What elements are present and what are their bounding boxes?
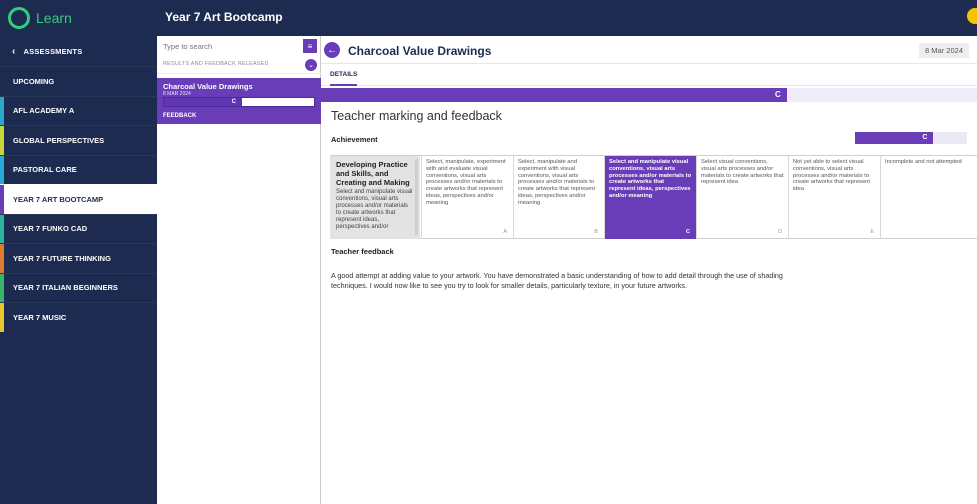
rubric-level[interactable]: Select and manipulate visual conventions… bbox=[604, 156, 696, 239]
rubric-level[interactable]: Not yet able to select visual convention… bbox=[788, 156, 880, 239]
nav-item-color-stripe bbox=[0, 126, 4, 155]
rubric-level-grade: D bbox=[778, 229, 782, 236]
class-title: Year 7 Art Bootcamp bbox=[165, 10, 283, 24]
teacher-feedback-label: Teacher feedback bbox=[331, 247, 394, 256]
search-input[interactable] bbox=[163, 39, 293, 53]
rubric-level[interactable]: Select visual conventions, visual arts p… bbox=[696, 156, 788, 239]
results-filter-dropdown[interactable]: RESULTS AND FEEDBACK RELEASED ⌄ bbox=[157, 56, 321, 74]
overall-grade: C bbox=[321, 88, 787, 102]
rubric-level-grade: C bbox=[686, 229, 690, 236]
nav-item-color-stripe bbox=[0, 273, 4, 302]
nav-item[interactable]: YEAR 7 ITALIAN BEGINNERS bbox=[0, 272, 157, 302]
detail-header: ← Charcoal Value Drawings 8 Mar 2024 bbox=[321, 36, 977, 64]
nav-item-label: YEAR 7 FUTURE THINKING bbox=[13, 253, 111, 263]
rubric-level-text: Select visual conventions, visual arts p… bbox=[701, 159, 784, 186]
assessment-detail: ← Charcoal Value Drawings 8 Mar 2024 DET… bbox=[321, 36, 977, 504]
rubric-level-text: Select, manipulate, experiment with and … bbox=[426, 159, 506, 206]
assessment-card-grade: C bbox=[164, 98, 242, 106]
assessment-title: Charcoal Value Drawings bbox=[348, 44, 492, 58]
nav-item-label: YEAR 7 ART BOOTCAMP bbox=[13, 194, 104, 204]
achievement-label: Achievement bbox=[331, 135, 378, 144]
rubric-level-text: Select and manipulate visual conventions… bbox=[609, 159, 692, 199]
assessment-list-panel: ≡ RESULTS AND FEEDBACK RELEASED ⌄ Charco… bbox=[157, 36, 321, 504]
nav-item-color-stripe bbox=[0, 214, 4, 243]
nav-item[interactable]: AFL ACADEMY A bbox=[0, 95, 157, 125]
logo[interactable]: Learn bbox=[0, 0, 157, 36]
nav-item-color-stripe bbox=[0, 303, 4, 332]
assessment-card[interactable]: Charcoal Value Drawings 8 MAR 2024 C bbox=[157, 78, 321, 110]
assessment-card-title: Charcoal Value Drawings bbox=[163, 82, 253, 91]
nav-item-label: UPCOMING bbox=[13, 76, 55, 86]
rubric-table: Developing Practice and Skills, and Crea… bbox=[330, 155, 977, 239]
assessment-date: 8 Mar 2024 bbox=[919, 43, 969, 58]
nav-item-label: YEAR 7 MUSIC bbox=[13, 312, 67, 322]
nav-item[interactable]: YEAR 7 MUSIC bbox=[0, 302, 157, 332]
nav-item-color-stripe bbox=[0, 155, 4, 184]
rubric-level-grade: E bbox=[870, 229, 874, 236]
feedback-tag-label: FEEDBACK bbox=[163, 113, 197, 119]
left-nav: Learn ‹ ASSESSMENTS UPCOMING AFL ACADEMY … bbox=[0, 0, 157, 504]
back-arrow-icon[interactable]: ← bbox=[324, 42, 340, 58]
teacher-feedback-text: A good attempt at adding value to your a… bbox=[331, 271, 783, 290]
user-avatar[interactable] bbox=[967, 8, 977, 24]
nav-item[interactable]: YEAR 7 ART BOOTCAMP bbox=[0, 184, 157, 214]
nav-item-color-stripe bbox=[0, 96, 4, 125]
back-label: ASSESSMENTS bbox=[23, 46, 83, 56]
nav-item-label: YEAR 7 ITALIAN BEGINNERS bbox=[13, 283, 118, 293]
nav-item-label: PASTORAL CARE bbox=[13, 165, 77, 175]
achievement-bar: C bbox=[855, 132, 967, 144]
top-bar: Year 7 Art Bootcamp bbox=[157, 0, 977, 36]
chevron-left-icon: ‹ bbox=[12, 45, 16, 57]
feedback-tag[interactable]: FEEDBACK bbox=[157, 110, 321, 124]
rubric-criterion: Developing Practice and Skills, and Crea… bbox=[330, 156, 420, 239]
rubric-level-text: Select, manipulate and experiment with v… bbox=[518, 159, 596, 206]
nav-item-color-stripe bbox=[0, 185, 4, 214]
rubric-level[interactable]: Select, manipulate and experiment with v… bbox=[513, 156, 604, 239]
search-bar: ≡ bbox=[157, 36, 321, 56]
rubric-level-text: Not yet able to select visual convention… bbox=[793, 159, 871, 193]
logo-icon bbox=[8, 7, 30, 29]
nav-item[interactable]: PASTORAL CARE bbox=[0, 154, 157, 184]
rubric-level-grade: A bbox=[503, 229, 507, 236]
chevron-down-icon[interactable]: ⌄ bbox=[305, 59, 317, 71]
nav-list: UPCOMING AFL ACADEMY A GLOBAL PERSPECTIVES… bbox=[0, 66, 157, 332]
criterion-scrollbar[interactable] bbox=[415, 159, 418, 235]
section-title: Teacher marking and feedback bbox=[331, 109, 502, 123]
nav-item[interactable]: YEAR 7 FUTURE THINKING bbox=[0, 243, 157, 273]
nav-item-color-stripe bbox=[0, 244, 4, 273]
rubric-level-text: Incomplete and not attempted bbox=[885, 159, 962, 165]
criterion-title: Developing Practice and Skills, and Crea… bbox=[336, 160, 410, 187]
overall-grade-bar: C bbox=[321, 88, 977, 102]
nav-item[interactable]: YEAR 7 FUNKO CAD bbox=[0, 213, 157, 243]
nav-item[interactable]: UPCOMING bbox=[0, 66, 157, 96]
results-filter-label: RESULTS AND FEEDBACK RELEASED bbox=[163, 61, 269, 67]
nav-item-label: GLOBAL PERSPECTIVES bbox=[13, 135, 105, 145]
tab-details[interactable]: DETAILS bbox=[330, 71, 358, 86]
back-to-assessments[interactable]: ‹ ASSESSMENTS bbox=[0, 36, 157, 66]
nav-item-color-stripe bbox=[0, 67, 4, 96]
filter-icon[interactable]: ≡ bbox=[303, 39, 317, 53]
nav-item-label: YEAR 7 FUNKO CAD bbox=[13, 224, 88, 234]
criterion-description: Select and manipulate visual conventions… bbox=[336, 189, 413, 230]
nav-item[interactable]: GLOBAL PERSPECTIVES bbox=[0, 125, 157, 155]
nav-item-label: AFL ACADEMY A bbox=[13, 106, 75, 116]
logo-text: Learn bbox=[36, 10, 72, 26]
achievement-grade: C bbox=[855, 132, 934, 144]
rubric-level[interactable]: Incomplete and not attempted bbox=[880, 156, 977, 239]
rubric-level[interactable]: Select, manipulate, experiment with and … bbox=[421, 156, 513, 239]
assessment-card-grade-bar: C bbox=[163, 97, 315, 107]
detail-tabs: DETAILS bbox=[321, 64, 977, 86]
rubric-level-grade: B bbox=[594, 229, 598, 236]
